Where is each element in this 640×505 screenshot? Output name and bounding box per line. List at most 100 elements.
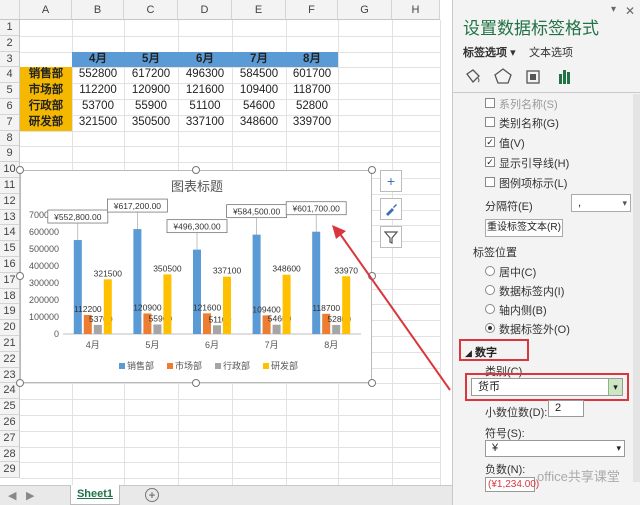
row-header[interactable]: 27: [0, 430, 20, 447]
size-properties-icon[interactable]: [526, 70, 540, 84]
table-row-label[interactable]: 行政部: [20, 99, 72, 115]
row-header[interactable]: 2: [0, 35, 20, 52]
chart-object[interactable]: 图表标题 0 100000 200000 300000 400000 500000 60000…: [20, 170, 372, 383]
table-header-cell[interactable]: 5月: [124, 51, 178, 68]
table-cell[interactable]: 350500: [124, 115, 178, 131]
row-header[interactable]: 6: [0, 99, 20, 115]
row-header[interactable]: 29: [0, 462, 20, 479]
select-all-corner[interactable]: [0, 0, 20, 20]
number-section-toggle[interactable]: ◢ 数字: [465, 344, 497, 360]
row-header[interactable]: 13: [0, 209, 20, 226]
category-name-checkbox[interactable]: [485, 117, 495, 127]
row-header[interactable]: 21: [0, 336, 20, 352]
column-header[interactable]: G: [338, 0, 392, 20]
row-header[interactable]: 1: [0, 20, 20, 36]
series-name-checkbox[interactable]: [485, 98, 495, 108]
table-cell[interactable]: 348600: [232, 115, 286, 131]
scroll-left-icon[interactable]: ◀: [8, 489, 16, 502]
table-cell[interactable]: 52800: [286, 99, 338, 115]
pane-close-icon[interactable]: ✕: [625, 4, 635, 18]
chart-resize-handle[interactable]: [16, 272, 24, 280]
chart-resize-handle[interactable]: [192, 379, 200, 387]
table-cell[interactable]: 337100: [178, 115, 232, 131]
row-header[interactable]: 5: [0, 83, 20, 99]
row-header[interactable]: 14: [0, 225, 20, 242]
column-header[interactable]: B: [72, 0, 124, 20]
add-sheet-button[interactable]: +: [145, 488, 159, 502]
label-options-icon[interactable]: [559, 70, 570, 84]
table-cell[interactable]: 321500: [72, 115, 124, 131]
chart-resize-handle[interactable]: [192, 166, 200, 174]
row-header[interactable]: 7: [0, 114, 20, 131]
row-header[interactable]: 15: [0, 241, 20, 257]
row-header[interactable]: 26: [0, 415, 20, 431]
table-cell[interactable]: 339700: [286, 115, 338, 131]
scroll-right-icon[interactable]: ▶: [26, 489, 34, 502]
table-cell[interactable]: 617200: [124, 67, 178, 83]
pos-center-radio[interactable]: [485, 266, 495, 276]
column-header[interactable]: F: [286, 0, 338, 20]
row-header[interactable]: 28: [0, 446, 20, 463]
row-header[interactable]: 25: [0, 399, 20, 415]
row-header[interactable]: 20: [0, 320, 20, 336]
number-category-select[interactable]: 货币 ▾: [471, 378, 623, 396]
table-header-cell[interactable]: 4月: [72, 51, 124, 68]
separator-select[interactable]: , ▾: [571, 194, 631, 212]
column-header[interactable]: H: [392, 0, 440, 20]
table-cell[interactable]: 496300: [178, 67, 232, 83]
tab-text-options[interactable]: 文本选项: [529, 44, 573, 60]
pos-outside-end-radio[interactable]: [485, 323, 495, 333]
pane-scrollbar[interactable]: [633, 94, 640, 482]
column-header[interactable]: D: [178, 0, 232, 20]
chart-resize-handle[interactable]: [16, 379, 24, 387]
tab-label-options[interactable]: 标签选项 ▾: [463, 44, 516, 60]
chart-resize-handle[interactable]: [368, 166, 376, 174]
effects-icon[interactable]: [494, 68, 512, 84]
table-cell[interactable]: 51100: [178, 99, 232, 115]
table-cell[interactable]: 584500: [232, 67, 286, 83]
chart-styles-button[interactable]: [380, 198, 402, 220]
symbol-select[interactable]: ¥ ▾: [485, 440, 625, 457]
table-cell[interactable]: 53700: [72, 99, 124, 115]
table-cell[interactable]: 121600: [178, 83, 232, 99]
table-cell[interactable]: 552800: [72, 67, 124, 83]
table-cell[interactable]: 112200: [72, 83, 124, 99]
table-header-cell[interactable]: 6月: [178, 51, 232, 68]
row-header[interactable]: 11: [0, 178, 20, 194]
row-header[interactable]: 16: [0, 257, 20, 273]
reset-label-text-button[interactable]: 重设标签文本(R): [485, 219, 563, 237]
table-header-cell[interactable]: 7月: [232, 51, 286, 68]
table-cell[interactable]: 109400: [232, 83, 286, 99]
column-header[interactable]: A: [20, 0, 72, 20]
row-header[interactable]: 12: [0, 193, 20, 210]
fill-line-icon[interactable]: [466, 69, 480, 83]
table-cell[interactable]: 55900: [124, 99, 178, 115]
pane-options-arrow-icon[interactable]: ▾: [611, 4, 616, 15]
chart-resize-handle[interactable]: [16, 166, 24, 174]
row-header[interactable]: 3: [0, 51, 20, 68]
decimal-places-input[interactable]: 2: [548, 400, 584, 417]
row-header[interactable]: 18: [0, 288, 20, 305]
pos-inside-end-radio[interactable]: [485, 285, 495, 295]
table-cell[interactable]: 54600: [232, 99, 286, 115]
row-header[interactable]: 22: [0, 351, 20, 368]
leader-lines-checkbox[interactable]: ✓: [485, 157, 495, 167]
column-header[interactable]: E: [232, 0, 286, 20]
column-header[interactable]: C: [124, 0, 178, 20]
row-header[interactable]: 8: [0, 130, 20, 147]
table-row-label[interactable]: 研发部: [20, 114, 72, 131]
sheet-tab-sheet1[interactable]: Sheet1: [70, 485, 120, 505]
table-row-label[interactable]: 销售部: [20, 67, 72, 84]
row-header[interactable]: 19: [0, 304, 20, 321]
row-header[interactable]: 9: [0, 146, 20, 163]
row-header[interactable]: 4: [0, 67, 20, 84]
table-cell[interactable]: 118700: [286, 83, 338, 99]
table-cell[interactable]: 120900: [124, 83, 178, 99]
table-cell[interactable]: 601700: [286, 67, 338, 83]
pos-inside-base-radio[interactable]: [485, 304, 495, 314]
legend-key-checkbox[interactable]: [485, 177, 495, 187]
chart-elements-button[interactable]: +: [380, 170, 402, 192]
table-header-cell[interactable]: 8月: [286, 51, 338, 68]
table-row-label[interactable]: 市场部: [20, 83, 72, 99]
value-checkbox[interactable]: ✓: [485, 137, 495, 147]
